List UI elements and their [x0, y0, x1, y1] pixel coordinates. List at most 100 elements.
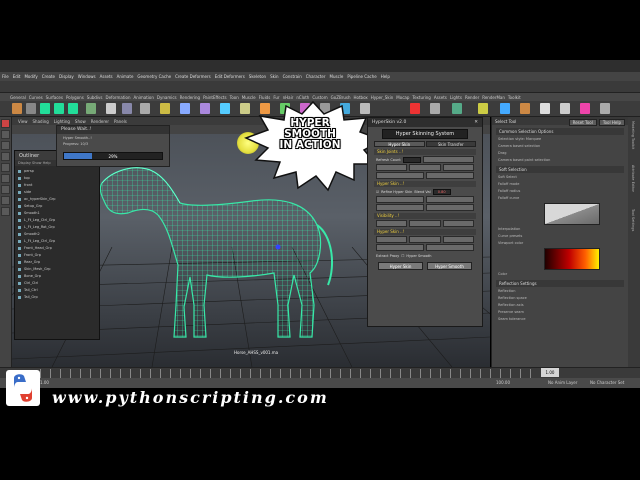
section-reflection[interactable]: Reflection Settings	[496, 280, 624, 287]
hyper-smooth-button[interactable]: Hyper Smooth	[427, 262, 472, 270]
menu-item[interactable]: Pipeline Cache	[347, 74, 376, 79]
shelf-tab[interactable]: Lights	[450, 95, 462, 100]
action-button[interactable]	[426, 244, 474, 251]
character-set-select[interactable]: No Character Set	[590, 381, 624, 385]
setting-row[interactable]: Reflection space	[498, 295, 622, 301]
side-tab[interactable]: Attribute Editor	[628, 165, 635, 205]
setting-row[interactable]: Reflection axis	[498, 302, 622, 308]
setting-row[interactable]: Falloff radius	[498, 188, 622, 194]
shelf-tool-icon[interactable]	[122, 103, 132, 114]
setting-row[interactable]: Reflection	[498, 288, 622, 294]
menu-item[interactable]: Skeleton	[249, 74, 266, 79]
action-button[interactable]	[376, 204, 424, 211]
move-tool-icon[interactable]	[1, 152, 10, 161]
rotate-tool-icon[interactable]	[1, 163, 10, 172]
menu-item[interactable]: Display	[59, 74, 74, 79]
shelf-tab[interactable]: Toolkit	[508, 95, 521, 100]
viewport-menu-item[interactable]: Shading	[33, 119, 49, 124]
setting-row[interactable]: Preserve seam	[498, 309, 622, 315]
shelf-tab[interactable]: Dynamics	[157, 95, 177, 100]
shelf-tab[interactable]: Curves	[29, 95, 43, 100]
outliner-item[interactable]: front	[18, 182, 96, 189]
shelf-tool-icon[interactable]	[478, 103, 488, 114]
section-header[interactable]: Skin Joints ..!	[374, 149, 476, 155]
action-button[interactable]	[422, 156, 474, 163]
falloff-curve-graph[interactable]	[544, 203, 600, 225]
shelf-tab[interactable]: Texturing	[412, 95, 430, 100]
time-slider[interactable]: 1.00	[0, 367, 640, 378]
setting-row[interactable]: Viewport color	[498, 240, 622, 246]
shelf-tool-icon[interactable]	[26, 103, 36, 114]
outliner-item[interactable]: L_Ft_Leg_Ctrl_Grp	[18, 238, 96, 245]
shelf-tool-icon[interactable]	[200, 103, 210, 114]
layout-icon[interactable]	[1, 207, 10, 216]
lasso-tool-icon[interactable]	[1, 130, 10, 139]
action-button[interactable]	[376, 196, 424, 203]
color-ramp-graph[interactable]	[544, 248, 600, 270]
count-field[interactable]	[402, 156, 421, 163]
shelf-tool-icon[interactable]	[140, 103, 150, 114]
tab-skin-transfer[interactable]: Skin Transfer	[425, 141, 476, 147]
section-header[interactable]: Hyper Skin ..!	[374, 181, 476, 187]
action-button[interactable]	[409, 164, 441, 171]
action-button[interactable]	[442, 220, 474, 227]
side-tab[interactable]: Tool Settings	[628, 209, 635, 249]
shelf-tool-icon[interactable]	[86, 103, 96, 114]
shelf-tab[interactable]: Deformation	[106, 95, 131, 100]
section-soft-selection[interactable]: Soft Selection	[496, 166, 624, 173]
section-common-selection[interactable]: Common Selection Options	[496, 128, 624, 135]
current-frame[interactable]: 1.00	[541, 368, 559, 377]
shelf-tool-icon[interactable]	[452, 103, 462, 114]
shelf-tool-icon[interactable]	[12, 103, 22, 114]
menu-item[interactable]: Character	[306, 74, 326, 79]
section-header[interactable]: Visibility ..!	[374, 213, 476, 219]
menu-item[interactable]: Edit Deformers	[215, 74, 245, 79]
shelf-tool-icon[interactable]	[220, 103, 230, 114]
action-button[interactable]	[442, 236, 474, 243]
reset-tool-button[interactable]: Reset Tool	[568, 119, 597, 126]
action-button[interactable]	[426, 196, 474, 203]
shelf-tab[interactable]: Mocap	[396, 95, 409, 100]
shelf-tool-icon[interactable]	[560, 103, 570, 114]
shelf-tab[interactable]: Render	[465, 95, 479, 100]
menu-item[interactable]: Muscle	[330, 74, 344, 79]
outliner-item[interactable]: Tail_Ctrl	[18, 287, 96, 294]
range-end[interactable]: 100.00	[496, 381, 510, 385]
shelf-tab[interactable]: Assets	[434, 95, 447, 100]
action-button[interactable]	[376, 220, 408, 227]
outliner-item[interactable]: Skin_Mesh_Grp	[18, 266, 96, 273]
shelf-tool-icon[interactable]	[600, 103, 610, 114]
shelf-tab[interactable]: Animation	[134, 95, 154, 100]
shelf-tool-icon[interactable]	[500, 103, 510, 114]
layout-icon[interactable]	[1, 196, 10, 205]
shelf-tool-icon[interactable]	[106, 103, 116, 114]
menu-item[interactable]: Create Deformers	[175, 74, 211, 79]
action-button[interactable]	[426, 204, 474, 211]
outliner-item[interactable]: Tail_Grp	[18, 294, 96, 301]
section-header[interactable]: Hyper Skin ..!	[374, 229, 476, 235]
outliner-item[interactable]: Smooth1	[18, 210, 96, 217]
shelf-tab[interactable]: Polygons	[66, 95, 84, 100]
menu-item[interactable]: Help	[381, 74, 390, 79]
setting-row[interactable]: Falloff curve	[498, 195, 622, 201]
shelf-tool-icon[interactable]	[580, 103, 590, 114]
outliner-item[interactable]: Setup_Grp	[18, 203, 96, 210]
shelf-tool-icon[interactable]	[160, 103, 170, 114]
shelf-tool-icon[interactable]	[54, 103, 64, 114]
viewport-menu-item[interactable]: Lighting	[54, 119, 70, 124]
setting-row[interactable]: Camera based selection	[498, 143, 622, 149]
shelf-tool-icon[interactable]	[180, 103, 190, 114]
shelf-tab[interactable]: General	[10, 95, 26, 100]
setting-row[interactable]: Falloff mode	[498, 181, 622, 187]
menu-item[interactable]: Assets	[100, 74, 113, 79]
shelf-tab[interactable]: Surfaces	[46, 95, 63, 100]
menu-item[interactable]: Animate	[117, 74, 134, 79]
menu-item[interactable]: Windows	[78, 74, 96, 79]
shelf-tool-icon[interactable]	[540, 103, 550, 114]
viewport-menu-item[interactable]: View	[18, 119, 28, 124]
outliner-item[interactable]: side	[18, 189, 96, 196]
action-button[interactable]	[376, 244, 424, 251]
shelf-tool-icon[interactable]	[68, 103, 78, 114]
blend-field[interactable]: 0.80	[432, 188, 451, 195]
outliner-item[interactable]: top	[18, 175, 96, 182]
